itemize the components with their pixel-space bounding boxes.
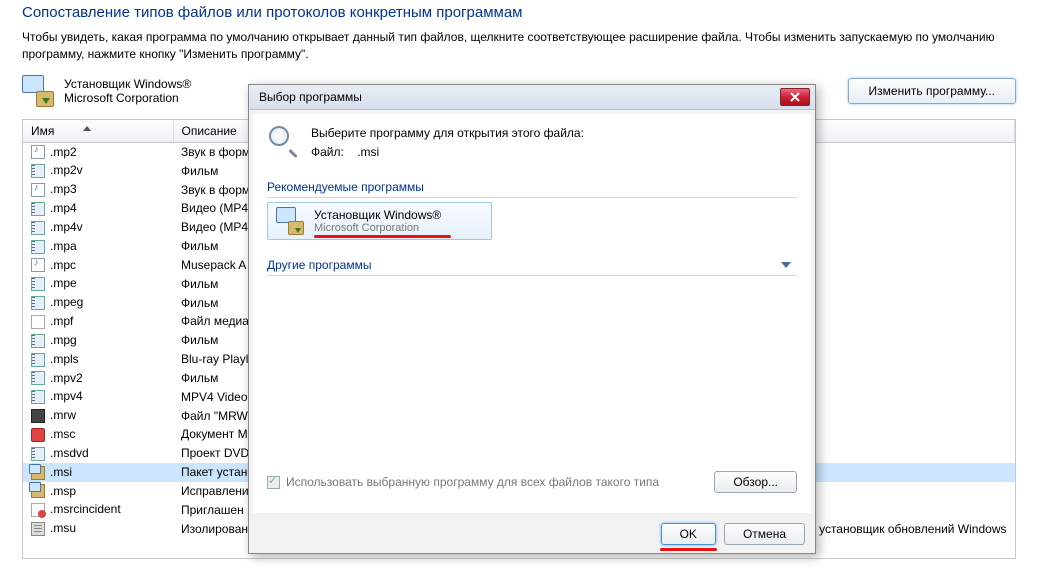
page-subtitle: Чтобы увидеть, какая программа по умолча… bbox=[0, 25, 1038, 75]
file-extension: .mpa bbox=[50, 239, 77, 253]
file-label: Файл: bbox=[311, 145, 344, 159]
file-extension: .mrw bbox=[50, 408, 76, 422]
change-program-button[interactable]: Изменить программу... bbox=[848, 78, 1016, 104]
column-name[interactable]: Имя bbox=[23, 120, 173, 143]
msc-file-icon bbox=[31, 428, 45, 442]
default-program-publisher: Microsoft Corporation bbox=[64, 91, 191, 105]
vid-file-icon bbox=[31, 296, 45, 310]
vid-file-icon bbox=[31, 240, 45, 254]
vid-file-icon bbox=[31, 334, 45, 348]
sort-asc-icon bbox=[83, 126, 91, 131]
doc-file-icon bbox=[31, 315, 45, 329]
inc-file-icon bbox=[31, 503, 45, 517]
vid-file-icon bbox=[31, 353, 45, 367]
other-programs-label: Другие программы bbox=[267, 258, 371, 272]
aud-file-icon bbox=[31, 183, 45, 197]
msi-file-icon bbox=[31, 466, 45, 480]
aud-file-icon bbox=[31, 258, 45, 272]
file-extension: .msrcincident bbox=[50, 502, 121, 516]
page-title: Сопоставление типов файлов или протоколо… bbox=[0, 0, 1038, 25]
file-extension: .msdvd bbox=[50, 446, 89, 460]
browse-button[interactable]: Обзор... bbox=[714, 471, 797, 493]
mrw-file-icon bbox=[31, 409, 45, 423]
vid-file-icon bbox=[31, 447, 45, 461]
close-icon bbox=[790, 92, 800, 102]
recommended-group-header: Рекомендуемые программы bbox=[267, 176, 797, 198]
file-extension: .mp2 bbox=[50, 145, 77, 159]
program-name: Установщик Windows® bbox=[314, 208, 441, 222]
ok-button[interactable]: OK bbox=[661, 523, 716, 545]
program-publisher: Microsoft Corporation bbox=[314, 222, 441, 235]
file-extension: .mpg bbox=[50, 333, 77, 347]
file-extension: .msu bbox=[50, 521, 76, 535]
msi-file-icon bbox=[31, 484, 45, 498]
always-use-checkbox[interactable] bbox=[267, 476, 280, 489]
dialog-title: Выбор программы bbox=[259, 90, 780, 104]
program-item-windows-installer[interactable]: Установщик Windows® Microsoft Corporatio… bbox=[267, 202, 492, 240]
file-extension: .mp2v bbox=[50, 163, 83, 177]
file-extension: .mpc bbox=[50, 258, 76, 272]
vid-file-icon bbox=[31, 202, 45, 216]
file-value: .msi bbox=[357, 145, 379, 159]
file-extension: .mp3 bbox=[50, 182, 77, 196]
file-extension: .mpv4 bbox=[50, 389, 83, 403]
recommended-program-list: Установщик Windows® Microsoft Corporatio… bbox=[267, 198, 797, 250]
file-extension: .mpv2 bbox=[50, 371, 83, 385]
cancel-button[interactable]: Отмена bbox=[724, 523, 805, 545]
close-button[interactable] bbox=[780, 88, 810, 106]
file-extension: .msc bbox=[50, 427, 75, 441]
file-extension: .msp bbox=[50, 484, 76, 498]
file-extension: .mp4v bbox=[50, 220, 83, 234]
other-programs-expander[interactable]: Другие программы bbox=[267, 254, 797, 276]
file-extension: .msi bbox=[50, 465, 72, 479]
installer-icon bbox=[22, 75, 54, 107]
vid-file-icon bbox=[31, 221, 45, 235]
dialog-prompt: Выберите программу для открытия этого фа… bbox=[311, 124, 584, 143]
file-extension: .mpf bbox=[50, 314, 73, 328]
installer-icon bbox=[276, 207, 304, 235]
file-extension: .mp4 bbox=[50, 201, 77, 215]
file-extension: .mpe bbox=[50, 276, 77, 290]
always-use-label: Использовать выбранную программу для все… bbox=[286, 475, 659, 489]
dialog-titlebar[interactable]: Выбор программы bbox=[249, 85, 815, 110]
vid-file-icon bbox=[31, 277, 45, 291]
vid-file-icon bbox=[31, 390, 45, 404]
open-with-dialog: Выбор программы Выберите программу для о… bbox=[248, 84, 816, 554]
aud-file-icon bbox=[31, 145, 45, 159]
default-program-name: Установщик Windows® bbox=[64, 77, 191, 91]
file-extension: .mpls bbox=[50, 352, 79, 366]
chevron-down-icon bbox=[781, 262, 791, 268]
msu-file-icon bbox=[31, 522, 45, 536]
vid-file-icon bbox=[31, 371, 45, 385]
vid-file-icon bbox=[31, 164, 45, 178]
search-icon bbox=[267, 124, 299, 156]
file-extension: .mpeg bbox=[50, 295, 83, 309]
